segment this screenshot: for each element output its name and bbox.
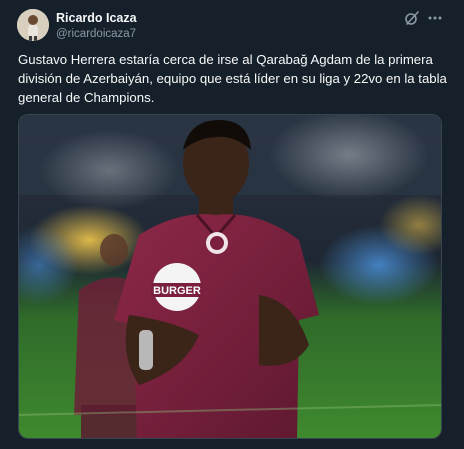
author-handle[interactable]: @ricardoicaza7: [56, 28, 136, 40]
tweet-photo[interactable]: BURGER: [18, 114, 442, 439]
user-avatar[interactable]: [17, 9, 49, 41]
author-display-name[interactable]: Ricardo Icaza: [56, 11, 137, 25]
tweet-text: Gustavo Herrera estaría cerca de irse al…: [18, 52, 447, 105]
avatar-image: [17, 9, 49, 41]
grok-icon[interactable]: [404, 10, 420, 26]
more-options-icon[interactable]: [426, 9, 444, 27]
shirt-sponsor-text: BURGER: [153, 285, 201, 297]
tweet-card: Ricardo Icaza @ricardoicaza7 Gustavo Her…: [0, 0, 464, 449]
